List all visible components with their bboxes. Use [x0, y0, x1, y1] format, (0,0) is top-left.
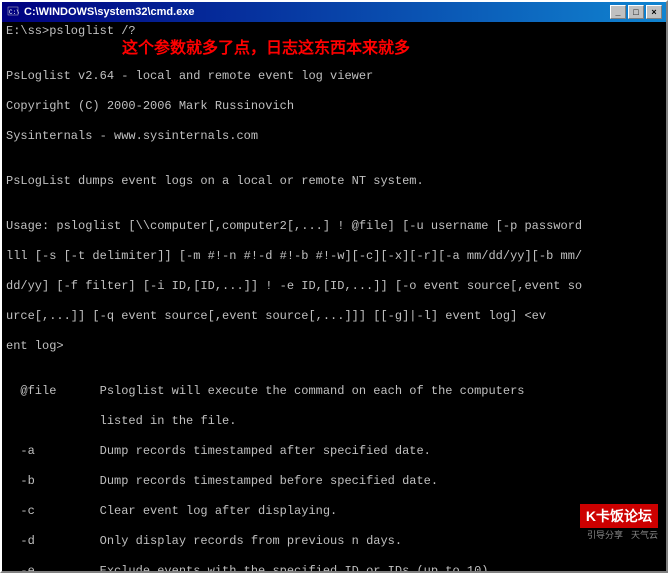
cmd-line	[6, 39, 662, 54]
cmd-content[interactable]: E:\ss>psloglist /? PsLoglist v2.64 - loc…	[2, 22, 666, 571]
cmd-line: Copyright (C) 2000-2006 Mark Russinovich	[6, 84, 662, 114]
watermark: K卡饭论坛 引导分享 天气云	[580, 504, 658, 541]
cmd-line: -d Only display records from previous n …	[6, 519, 662, 549]
cmd-line: Sysinternals - www.sysinternals.com	[6, 114, 662, 144]
cmd-line	[6, 189, 662, 204]
cmd-line: lll [-s [-t delimiter]] [-m #!-n #!-d #!…	[6, 234, 662, 264]
cmd-line: listed in the file.	[6, 399, 662, 429]
title-bar: C:\ C:\WINDOWS\system32\cmd.exe _ □ ×	[2, 2, 666, 22]
cmd-line: -e Exclude events with the specified ID …	[6, 549, 662, 571]
prompt-line: E:\ss>psloglist /?	[6, 24, 136, 38]
watermark-sub: 引导分享 天气云	[587, 528, 658, 541]
cmd-line: Usage: psloglist [\\computer[,computer2[…	[6, 204, 662, 234]
cmd-line: PsLogList dumps event logs on a local or…	[6, 159, 662, 189]
cmd-area: 这个参数就多了点，日志这东西本来就多 K卡饭论坛 引导分享 天气云 E:\ss>…	[2, 22, 666, 571]
cmd-line: -a Dump records timestamped after specif…	[6, 429, 662, 459]
watermark-sub1: 引导分享	[587, 528, 623, 541]
maximize-button[interactable]: □	[628, 5, 644, 19]
title-buttons: _ □ ×	[610, 5, 662, 19]
minimize-button[interactable]: _	[610, 5, 626, 19]
title-bar-left: C:\ C:\WINDOWS\system32\cmd.exe	[6, 5, 195, 19]
cmd-window: C:\ C:\WINDOWS\system32\cmd.exe _ □ × 这个…	[0, 0, 668, 573]
close-button[interactable]: ×	[646, 5, 662, 19]
cmd-icon: C:\	[6, 5, 20, 19]
cmd-line: PsLoglist v2.64 - local and remote event…	[6, 54, 662, 84]
cmd-line	[6, 354, 662, 369]
cmd-line: -c Clear event log after displaying.	[6, 489, 662, 519]
cmd-line: urce[,...]] [-q event source[,event sour…	[6, 294, 662, 324]
cmd-line: dd/yy] [-f filter] [-i ID,[ID,...]] ! -e…	[6, 264, 662, 294]
watermark-sub2: 天气云	[631, 528, 658, 541]
watermark-logo: K卡饭论坛	[580, 504, 658, 528]
svg-text:C:\: C:\	[9, 9, 19, 16]
cmd-line: -b Dump records timestamped before speci…	[6, 459, 662, 489]
window-title: C:\WINDOWS\system32\cmd.exe	[24, 6, 195, 18]
cmd-line: ent log>	[6, 324, 662, 354]
cmd-line: @file Psloglist will execute the command…	[6, 369, 662, 399]
cmd-line	[6, 144, 662, 159]
